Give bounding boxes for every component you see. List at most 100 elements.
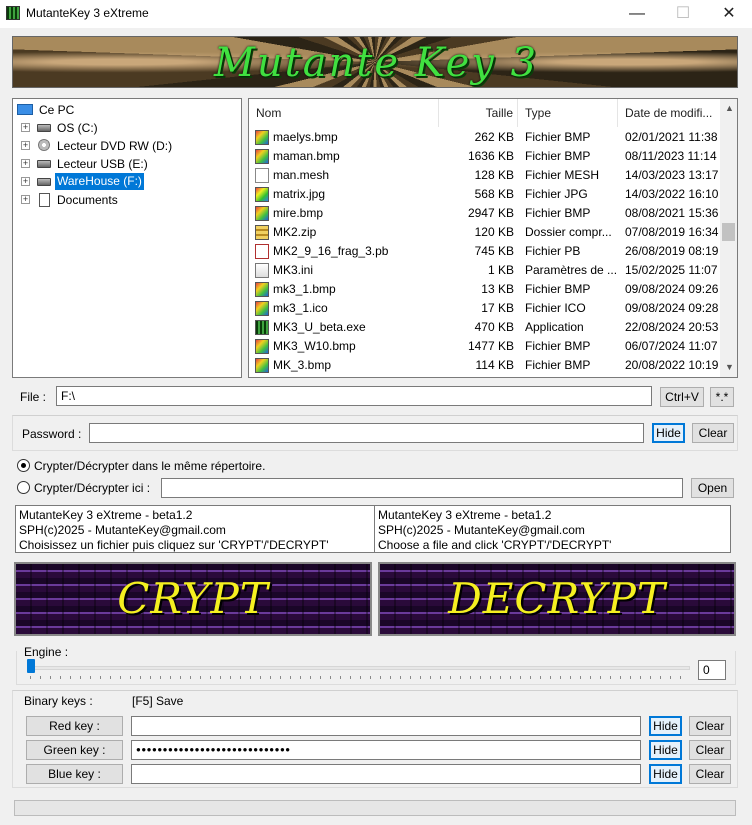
blue-key-input[interactable] [131,764,641,784]
message-line: MutanteKey 3 eXtreme - beta1.2 [19,508,193,522]
green-key-input[interactable]: ●●●●●●●●●●●●●●●●●●●●●●●●●●●●● [131,740,641,760]
crypt-button-label: CRYPT [117,574,269,623]
blue-key-clear-button[interactable]: Clear [689,764,731,784]
minimize-button[interactable]: — [614,0,660,28]
file-name: mk3_1.bmp [273,282,336,296]
blue-key-button[interactable]: Blue key : [26,764,123,784]
file-date: 14/03/2022 16:10 [625,187,719,201]
open-button[interactable]: Open [691,478,734,498]
file-path-input[interactable]: F:\ [56,386,652,406]
column-header-type[interactable]: Type [518,99,618,127]
password-clear-button[interactable]: Clear [692,423,734,443]
tree-item-label-selected: WareHouse (F:) [55,173,144,190]
scroll-down-icon[interactable]: ▼ [725,362,734,372]
window-title: MutanteKey 3 eXtreme [26,6,149,20]
file-row[interactable]: MK3.ini 1 KB Paramètres de ... 15/02/2025 1… [249,261,722,280]
radio-here[interactable] [17,481,30,494]
file-type: Fichier BMP [525,206,591,220]
decrypt-button[interactable]: DECRYPT [378,562,736,636]
tree-root-label: Ce PC [39,103,75,117]
file-name: MK_3.bmp [273,358,332,372]
green-key-button[interactable]: Green key : [26,740,123,760]
file-list[interactable]: Nom Taille Type Date de modifi... maelys… [248,98,738,378]
file-row[interactable]: mire.bmp 2947 KB Fichier BMP 08/08/2021 15:… [249,204,722,223]
engine-slider-track[interactable] [30,666,690,670]
file-size: 120 KB [474,225,514,239]
blue-key-hide-button[interactable]: Hide [649,764,682,784]
file-ini-icon [255,263,269,278]
file-row[interactable]: MK_3.bmp 114 KB Fichier BMP 20/08/2022 10:1… [249,356,722,375]
file-row[interactable]: matrix.jpg 568 KB Fichier JPG 14/03/2022 16… [249,185,722,204]
file-date: 08/08/2021 15:36 [625,206,719,220]
expand-icon[interactable]: + [21,159,30,168]
filter-button[interactable]: *.* [710,387,734,407]
radio-same-directory[interactable] [17,459,30,472]
tree-item-label: Documents [57,193,118,207]
expand-icon[interactable]: + [21,141,30,150]
file-type: Fichier BMP [525,339,591,353]
file-row[interactable]: MK3_U_beta.exe 470 KB Application 22/08/202… [249,318,722,337]
file-row[interactable]: MK2_9_16_frag_3.pb 745 KB Fichier PB 26/08/… [249,242,722,261]
column-header-name[interactable]: Nom [249,99,439,127]
expand-icon[interactable]: + [21,123,30,132]
file-row[interactable]: maman.bmp 1636 KB Fichier BMP 08/11/2023 11… [249,147,722,166]
message-box-en: MutanteKey 3 eXtreme - beta1.2 SPH(c)202… [374,505,731,553]
file-size: 1636 KB [467,149,514,163]
green-key-clear-button[interactable]: Clear [689,740,731,760]
file-row[interactable]: maelys.bmp 262 KB Fichier BMP 02/01/2021 11… [249,128,722,147]
crypt-button[interactable]: CRYPT [14,562,372,636]
expand-icon[interactable]: + [21,177,30,186]
red-key-input[interactable] [131,716,641,736]
file-row[interactable]: mk3_1.ico 17 KB Fichier ICO 09/08/2024 09:2… [249,299,722,318]
file-size: 470 KB [474,320,514,334]
tree-item-label: OS (C:) [57,121,98,135]
file-type: Fichier PB [525,244,581,258]
file-row[interactable]: MK2.zip 120 KB Dossier compr... 07/08/2019 … [249,223,722,242]
column-header-size[interactable]: Taille [439,99,518,127]
file-name: MK3_U_beta.exe [273,320,366,334]
red-key-button[interactable]: Red key : [26,716,123,736]
progress-bar [14,800,736,816]
binary-keys-label: Binary keys : [24,694,93,708]
scroll-thumb[interactable] [722,223,735,241]
file-type: Paramètres de ... [525,263,617,277]
green-key-hide-button[interactable]: Hide [649,740,682,760]
banner-title: Mutante Key 3 [213,40,539,86]
red-key-hide-button[interactable]: Hide [649,716,682,736]
file-row[interactable]: MK3_W10.bmp 1477 KB Fichier BMP 06/07/2024 … [249,337,722,356]
file-type: Dossier compr... [525,225,612,239]
close-button[interactable]: ✕ [706,0,752,28]
column-header-date[interactable]: Date de modifi... [618,99,722,127]
expand-icon[interactable]: + [21,195,30,204]
password-input[interactable] [89,423,644,443]
file-name: man.mesh [273,168,330,182]
file-exe-icon [255,320,269,335]
file-name: MK3.ini [273,263,314,277]
file-size: 17 KB [481,301,514,315]
paste-button[interactable]: Ctrl+V [660,387,704,407]
file-doc-icon [255,168,269,183]
file-date: 15/02/2025 11:07 [625,263,718,277]
file-row[interactable]: man.mesh 128 KB Fichier MESH 14/03/2023 13:… [249,166,722,185]
scroll-up-icon[interactable]: ▲ [725,103,734,113]
file-type: Fichier BMP [525,149,591,163]
file-name: maelys.bmp [273,130,338,144]
red-key-clear-button[interactable]: Clear [689,716,731,736]
file-name: mk3_1.ico [273,301,328,315]
file-date: 06/07/2024 11:07 [625,339,718,353]
message-box-fr: MutanteKey 3 eXtreme - beta1.2 SPH(c)202… [15,505,375,553]
file-list-scrollbar[interactable]: ▲ ▼ [720,99,737,377]
password-hide-button[interactable]: Hide [652,423,685,443]
engine-value[interactable]: 0 [698,660,726,680]
file-date: 14/03/2023 13:17 [625,168,719,182]
file-date: 22/08/2024 20:53 [625,320,719,334]
file-date: 02/01/2021 11:38 [625,130,718,144]
file-zip-icon [255,225,269,240]
here-path-input[interactable] [161,478,683,498]
file-bmp-icon [255,206,269,221]
file-row[interactable]: mk3_1.bmp 13 KB Fichier BMP 09/08/2024 09:2… [249,280,722,299]
folder-tree[interactable]: Ce PC + OS (C:) + Lecteur DVD RW (D:) + … [12,98,242,378]
file-type: Fichier BMP [525,358,591,372]
file-date: 07/08/2019 16:34 [625,225,719,239]
engine-slider-thumb[interactable] [27,659,35,673]
